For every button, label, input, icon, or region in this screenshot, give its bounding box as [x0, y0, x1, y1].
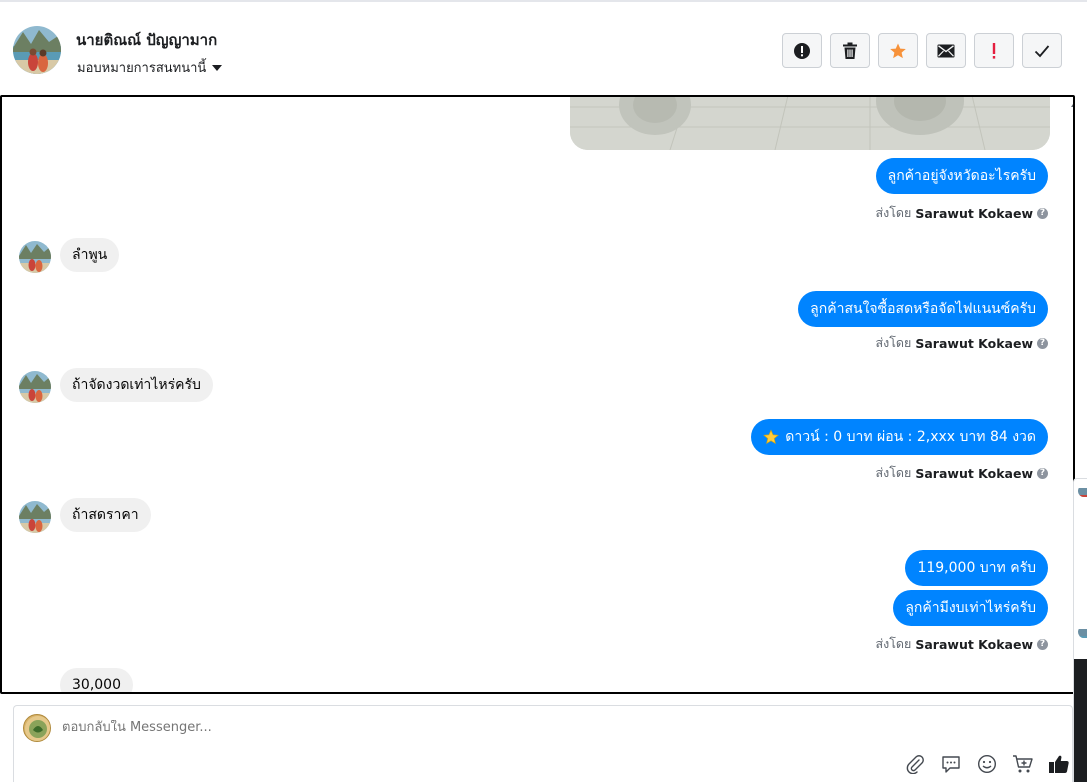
- saved-replies-button[interactable]: [940, 753, 962, 775]
- sent-by-agent[interactable]: Sarawut Kokaew: [915, 206, 1033, 221]
- assign-label: มอบหมายการสนทนานี้: [77, 61, 207, 76]
- message-text: ดาวน์ : 0 บาท ผ่อน : 2,xxx บาท 84 งวด: [785, 429, 1036, 445]
- side-panel-edge: [1073, 478, 1087, 782]
- outgoing-message[interactable]: ลูกค้ามีงบเท่าไหร่ครับ: [893, 590, 1048, 626]
- outgoing-message[interactable]: ลูกค้าอยู่จังหวัดอะไรครับ: [875, 158, 1048, 194]
- sent-by-label: ส่งโดย Sarawut Kokaew ?: [875, 634, 1048, 654]
- paperclip-icon: [906, 755, 924, 774]
- reply-composer: [13, 705, 1073, 782]
- outgoing-message[interactable]: ดาวน์ : 0 บาท ผ่อน : 2,xxx บาท 84 งวด: [751, 419, 1048, 455]
- mark-unread-button[interactable]: [926, 33, 966, 68]
- emoji-button[interactable]: [976, 753, 998, 775]
- image-attachment[interactable]: [570, 97, 1050, 150]
- sent-by-agent[interactable]: Sarawut Kokaew: [915, 637, 1033, 652]
- incoming-message[interactable]: 30,000: [60, 668, 133, 692]
- help-icon[interactable]: ?: [1037, 207, 1048, 219]
- sent-by-agent[interactable]: Sarawut Kokaew: [915, 336, 1033, 351]
- exclamation-icon: [992, 42, 996, 59]
- trash-icon: [843, 42, 857, 59]
- sent-by-prefix: ส่งโดย: [875, 465, 912, 480]
- page-avatar: [23, 714, 51, 742]
- report-spam-button[interactable]: [782, 33, 822, 68]
- contact-avatar[interactable]: [1078, 485, 1087, 497]
- customer-name[interactable]: นายติณณ์ ปัญญามาก: [76, 28, 217, 52]
- inbox-conversation-view: นายติณณ์ ปัญญามาก มอบหมายการสนทนานี้ ลูก…: [0, 0, 1087, 782]
- sent-by-prefix: ส่งโดย: [875, 636, 912, 651]
- like-icon: [1049, 755, 1069, 773]
- help-icon[interactable]: ?: [1037, 467, 1048, 479]
- exclamation-circle-icon: [794, 42, 810, 59]
- like-button[interactable]: [1048, 753, 1070, 775]
- customer-avatar-small: [19, 241, 51, 273]
- help-icon[interactable]: ?: [1037, 638, 1048, 650]
- customer-avatar-small: [19, 501, 51, 533]
- star-icon: [890, 43, 906, 58]
- emoji-icon: [977, 754, 997, 774]
- customer-avatar[interactable]: [13, 26, 61, 74]
- sent-by-prefix: ส่งโดย: [875, 335, 912, 350]
- shop-button[interactable]: [1012, 753, 1034, 775]
- cart-icon: [1013, 755, 1033, 773]
- incoming-message[interactable]: ลำพูน: [60, 238, 120, 272]
- attach-file-button[interactable]: [904, 753, 926, 775]
- check-icon: [1034, 44, 1050, 57]
- customer-avatar-small: [19, 371, 51, 403]
- reply-input[interactable]: [62, 720, 762, 735]
- conversation-toolbar: [782, 33, 1062, 68]
- sent-by-label: ส่งโดย Sarawut Kokaew ?: [875, 203, 1048, 223]
- sent-by-agent[interactable]: Sarawut Kokaew: [915, 466, 1033, 481]
- follow-up-button[interactable]: [974, 33, 1014, 68]
- saved-reply-icon: [942, 756, 960, 773]
- incoming-message[interactable]: ถ้าจัดงวดเท่าไหร่ครับ: [60, 368, 213, 402]
- caret-down-icon: [212, 64, 223, 71]
- sent-by-prefix: ส่งโดย: [875, 205, 912, 220]
- star-button[interactable]: [878, 33, 918, 68]
- composer-actions: [904, 753, 1070, 775]
- scroll-up-arrow-icon[interactable]: [1071, 101, 1073, 107]
- mark-done-button[interactable]: [1022, 33, 1062, 68]
- assign-conversation-dropdown[interactable]: มอบหมายการสนทนานี้: [77, 57, 223, 78]
- outgoing-message[interactable]: ลูกค้าสนใจซื้อสดหรือจัดไฟแนนซ์ครับ: [798, 291, 1048, 327]
- sent-by-label: ส่งโดย Sarawut Kokaew ?: [875, 463, 1048, 483]
- panel-scrollbar[interactable]: [1074, 659, 1087, 782]
- star-emoji-icon: [763, 429, 780, 445]
- message-thread[interactable]: ลูกค้าอยู่จังหวัดอะไรครับ ส่งโดย Sarawut…: [0, 95, 1075, 694]
- contact-avatar[interactable]: [1078, 626, 1087, 638]
- help-icon[interactable]: ?: [1037, 337, 1048, 349]
- envelope-icon: [937, 44, 955, 57]
- outgoing-message[interactable]: 119,000 บาท ครับ: [905, 550, 1048, 586]
- conversation-header: นายติณณ์ ปัญญามาก มอบหมายการสนทนานี้: [0, 0, 1087, 96]
- incoming-message[interactable]: ถ้าสดราคา: [60, 498, 151, 532]
- sent-by-label: ส่งโดย Sarawut Kokaew ?: [875, 333, 1048, 353]
- delete-button[interactable]: [830, 33, 870, 68]
